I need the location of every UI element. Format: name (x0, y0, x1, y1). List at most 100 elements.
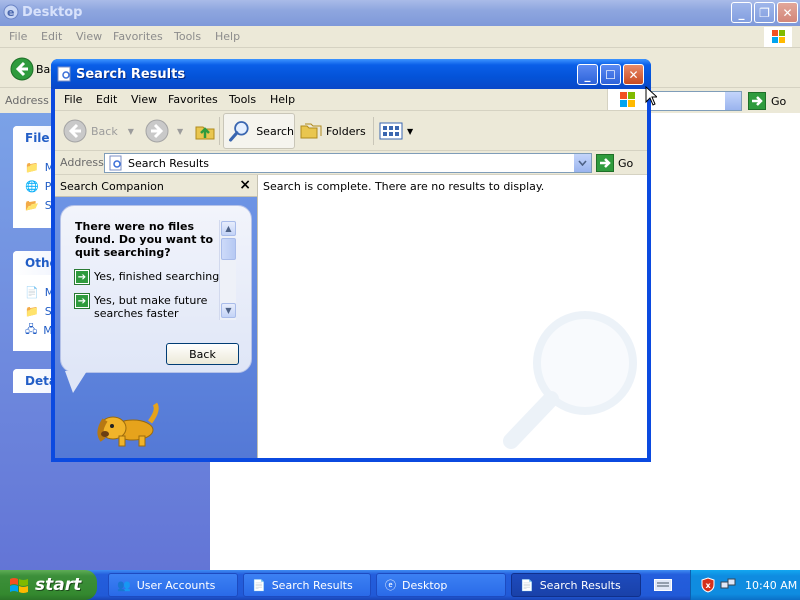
companion-scrollbar[interactable]: ▲ ▼ (219, 220, 236, 320)
desktop-menu-bar: File Edit View Favorites Tools Help (0, 26, 800, 48)
search-address-bar: Address Search Results Go (55, 151, 647, 175)
task-label: Search Results (539, 578, 621, 592)
desktop-maximize-button[interactable]: ❐ (754, 2, 775, 23)
windows-flag-icon (620, 92, 635, 107)
start-button[interactable]: start (0, 570, 97, 600)
option-finished-searching[interactable]: ➔ Yes, finished searching (74, 269, 220, 285)
windows-flag-icon (10, 578, 28, 593)
views-dropdown-icon: ▼ (407, 126, 414, 136)
menu-tools[interactable]: Tools (229, 93, 256, 106)
security-shield-icon[interactable]: x (701, 577, 715, 593)
back-dropdown-icon[interactable]: ▼ (128, 127, 134, 136)
search-results-window: Search Results _ ☐ ✕ File Edit View Favo… (51, 59, 651, 462)
task-search-results-1[interactable]: 📄 Search Results (243, 573, 371, 597)
close-icon[interactable]: × (239, 177, 251, 193)
search-dog-icon[interactable] (95, 390, 165, 452)
desktop-minimize-button[interactable]: _ (731, 2, 752, 23)
views-button[interactable]: ▼ (379, 121, 413, 141)
folders-button[interactable]: Folders (300, 121, 366, 141)
search-toolbar: Back ▼ ▼ Search Folders ▼ (55, 111, 647, 151)
search-window-title: Search Results (76, 67, 186, 82)
start-label: start (35, 575, 82, 595)
desktop-menu-edit[interactable]: Edit (41, 30, 62, 43)
chevron-down-icon[interactable] (574, 154, 591, 172)
network-icon: 🖧 (25, 323, 38, 336)
system-tray: x 10:40 AM (690, 570, 800, 600)
companion-back-button[interactable]: Back (166, 343, 239, 365)
go-button[interactable]: Go (596, 154, 633, 172)
search-minimize-button[interactable]: _ (577, 64, 598, 85)
chevron-down-icon[interactable] (725, 92, 741, 110)
desktop-title-bar[interactable]: e Desktop _ ❐ ✕ (0, 0, 800, 26)
task-search-results-2[interactable]: 📄 Search Results (511, 573, 641, 597)
search-close-button[interactable]: ✕ (623, 64, 644, 85)
svg-text:x: x (706, 581, 712, 590)
search-button[interactable]: Search (223, 113, 295, 149)
desktop-menu-file[interactable]: File (9, 30, 27, 43)
documents-icon: 📄 (25, 286, 39, 299)
windows-logo-icon (764, 27, 792, 47)
task-label: User Accounts (136, 578, 216, 592)
ie-icon: e (3, 4, 19, 20)
search-results-doc-icon (57, 66, 71, 82)
forward-button[interactable]: ▼ (145, 119, 183, 143)
task-desktop[interactable]: ⓔ Desktop (376, 573, 506, 597)
option-label: Yes, finished searching (94, 270, 220, 283)
folders-icon (300, 123, 322, 139)
windows-flag-icon (772, 30, 785, 43)
ie-icon: ⓔ (385, 579, 396, 592)
task-user-accounts[interactable]: 👥 User Accounts (108, 573, 238, 597)
go-arrow-icon[interactable] (748, 92, 766, 110)
desktop-address-label: Address (5, 94, 49, 107)
address-field[interactable]: Search Results (104, 153, 592, 173)
back-button-label: Back (91, 124, 118, 138)
desktop-address-field[interactable] (648, 91, 742, 111)
menu-favorites[interactable]: Favorites (168, 93, 218, 106)
option-faster-searches[interactable]: ➔ Yes, but make future searches faster (74, 293, 220, 320)
task-label: Desktop (402, 578, 448, 592)
companion-balloon: There were no files found. Do you want t… (60, 205, 252, 373)
search-title-bar[interactable]: Search Results _ ☐ ✕ (51, 59, 651, 89)
document-search-icon: 📄 (252, 578, 266, 592)
desktop-menu-favorites[interactable]: Favorites (113, 30, 163, 43)
magnifier-watermark-icon (503, 311, 637, 449)
desktop-menu-view[interactable]: View (76, 30, 102, 43)
address-value: Search Results (128, 156, 210, 170)
option-label: Yes, but make future searches faster (94, 294, 208, 320)
search-button-label: Search (256, 124, 294, 138)
globe-icon: 🌐 (25, 180, 39, 193)
forward-dropdown-icon[interactable]: ▼ (177, 127, 183, 136)
back-button[interactable]: Back ▼ (63, 119, 134, 143)
companion-question: There were no files found. Do you want t… (75, 220, 214, 259)
search-maximize-button[interactable]: ☐ (600, 64, 621, 85)
desktop-menu-help[interactable]: Help (215, 30, 240, 43)
desktop-back-arrow-icon[interactable] (10, 57, 34, 81)
scroll-up-icon[interactable]: ▲ (221, 221, 236, 236)
scroll-down-icon[interactable]: ▼ (221, 303, 236, 318)
menu-help[interactable]: Help (270, 93, 295, 106)
desktop-title: Desktop (22, 5, 83, 20)
menu-view[interactable]: View (131, 93, 157, 106)
menu-file[interactable]: File (64, 93, 82, 106)
clock[interactable]: 10:40 AM (745, 579, 797, 592)
address-label: Address (60, 156, 104, 169)
desktop-go-label[interactable]: Go (771, 95, 786, 108)
scroll-thumb[interactable] (221, 238, 236, 260)
menu-edit[interactable]: Edit (96, 93, 117, 106)
windows-logo-icon (607, 89, 647, 110)
magnifier-icon (229, 121, 249, 142)
desktop-menu-tools[interactable]: Tools (174, 30, 201, 43)
folder-icon: 📁 (25, 305, 39, 318)
network-activity-icon[interactable] (720, 577, 736, 593)
desktop-close-button[interactable]: ✕ (777, 2, 798, 23)
results-status-message: Search is complete. There are no results… (263, 180, 545, 193)
keyboard-icon[interactable] (645, 573, 681, 597)
toolbar-separator (219, 117, 220, 145)
search-menu-bar: File Edit View Favorites Tools Help (55, 89, 647, 111)
green-arrow-icon: ➔ (74, 269, 90, 285)
balloon-tail (65, 371, 87, 393)
folder-up-icon[interactable] (193, 119, 217, 143)
forward-arrow-icon (145, 119, 169, 143)
green-arrow-icon: ➔ (74, 293, 90, 309)
back-arrow-icon (63, 119, 87, 143)
